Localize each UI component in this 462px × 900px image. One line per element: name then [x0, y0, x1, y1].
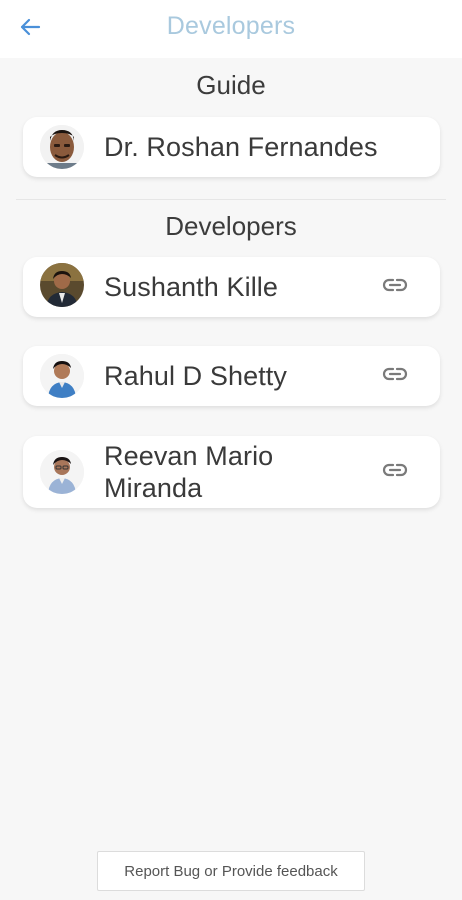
- link-icon: [382, 462, 408, 483]
- developer-card[interactable]: Rahul D Shetty: [23, 346, 440, 406]
- link-button[interactable]: [380, 361, 410, 391]
- developers-heading: Developers: [165, 211, 297, 241]
- developer-name-line: Miranda: [104, 473, 203, 503]
- developers-screen: Developers Guide Dr. Roshan Fernandes De…: [0, 0, 462, 900]
- link-button[interactable]: [380, 272, 410, 302]
- developer-card[interactable]: Reevan Mario Miranda: [23, 436, 440, 508]
- section-divider: [16, 199, 446, 200]
- guide-card[interactable]: Dr. Roshan Fernandes: [23, 117, 440, 177]
- developer-avatar: [40, 263, 84, 307]
- link-button[interactable]: [380, 457, 410, 487]
- developer-card[interactable]: Sushanth Kille: [23, 257, 440, 317]
- page-title: Developers: [166, 12, 296, 40]
- link-icon: [382, 366, 408, 387]
- developer-avatar: [40, 450, 84, 494]
- developer-name: Sushanth Kille: [104, 272, 279, 302]
- app-bar: Developers: [0, 0, 462, 58]
- developer-avatar: [40, 354, 84, 398]
- developer-name: Reevan Mario Miranda: [104, 440, 273, 504]
- guide-heading: Guide: [196, 70, 266, 100]
- guide-name: Dr. Roshan Fernandes: [104, 132, 378, 162]
- report-bug-button[interactable]: Report Bug or Provide feedback: [97, 851, 365, 891]
- guide-avatar: [40, 125, 84, 169]
- developer-name: Rahul D Shetty: [104, 361, 287, 391]
- link-icon: [382, 277, 408, 298]
- developer-name-line: Reevan Mario: [104, 441, 274, 471]
